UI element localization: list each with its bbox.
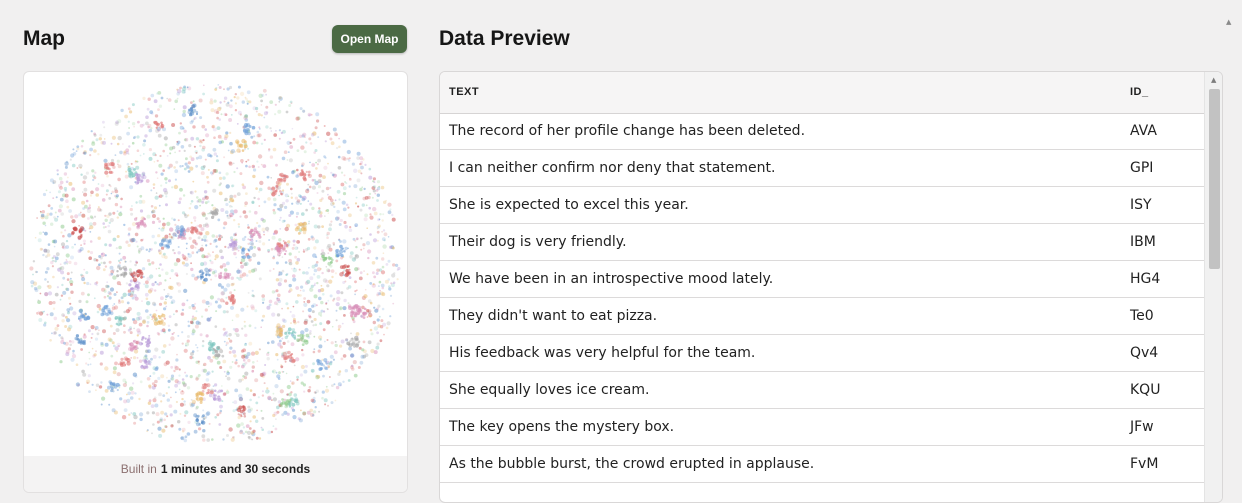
table-row[interactable]: I can neither confirm nor deny that stat… <box>440 150 1204 187</box>
page-scroll-up-icon[interactable]: ▲ <box>1226 18 1231 26</box>
row-text-cell: As the bubble burst, the crowd erupted i… <box>449 456 815 472</box>
data-preview-heading: Data Preview <box>439 27 570 50</box>
row-id-cell: GPI <box>1130 160 1154 176</box>
row-id-cell: KQU <box>1130 382 1161 398</box>
row-text-cell: She is expected to excel this year. <box>449 197 689 213</box>
table-row[interactable]: They didn't want to eat pizza. Te0 <box>440 298 1204 335</box>
row-id-cell: IBM <box>1130 234 1156 250</box>
row-id-cell: FvM <box>1130 456 1159 472</box>
table-row[interactable] <box>440 483 1204 502</box>
map-heading: Map <box>23 27 65 50</box>
row-id-cell: Te0 <box>1130 308 1154 324</box>
map-scatter-visualization[interactable] <box>24 72 407 456</box>
row-text-cell: I can neither confirm nor deny that stat… <box>449 160 776 176</box>
table-scrollbar[interactable]: ▲ <box>1204 72 1222 502</box>
row-id-cell: HG4 <box>1130 271 1161 287</box>
row-text-cell: His feedback was very helpful for the te… <box>449 345 756 361</box>
table-row[interactable]: As the bubble burst, the crowd erupted i… <box>440 446 1204 483</box>
table-row[interactable]: The key opens the mystery box. JFw <box>440 409 1204 446</box>
table-row[interactable]: We have been in an introspective mood la… <box>440 261 1204 298</box>
table-row[interactable]: Their dog is very friendly. IBM <box>440 224 1204 261</box>
map-card: Built in 1 minutes and 30 seconds <box>23 71 408 493</box>
table-row[interactable]: His feedback was very helpful for the te… <box>440 335 1204 372</box>
row-text-cell: They didn't want to eat pizza. <box>449 308 658 324</box>
table-body: The record of her profile change has bee… <box>440 113 1204 502</box>
build-time-duration: 1 minutes and 30 seconds <box>160 462 311 476</box>
row-text-cell: She equally loves ice cream. <box>449 382 650 398</box>
column-header-id[interactable]: ID_ <box>1130 86 1149 98</box>
column-header-text[interactable]: TEXT <box>449 86 479 98</box>
data-preview-table: TEXT ID_ The record of her profile chang… <box>439 71 1223 503</box>
map-build-info: Built in 1 minutes and 30 seconds <box>24 456 407 492</box>
row-id-cell: AVA <box>1130 123 1157 139</box>
row-id-cell: JFw <box>1130 419 1154 435</box>
row-text-cell: The record of her profile change has bee… <box>449 123 806 139</box>
scroll-up-arrow-icon[interactable]: ▲ <box>1211 77 1216 84</box>
table-row[interactable]: She is expected to excel this year. ISY <box>440 187 1204 224</box>
row-text-cell: We have been in an introspective mood la… <box>449 271 774 287</box>
table-header: TEXT ID_ <box>440 72 1204 114</box>
row-text-cell: Their dog is very friendly. <box>449 234 627 250</box>
row-text-cell: The key opens the mystery box. <box>449 419 675 435</box>
row-id-cell: Qv4 <box>1130 345 1159 361</box>
table-row[interactable]: She equally loves ice cream. KQU <box>440 372 1204 409</box>
scrollbar-thumb[interactable] <box>1209 89 1220 269</box>
open-map-button[interactable]: Open Map <box>332 25 407 53</box>
build-time-prefix: Built in <box>120 462 157 476</box>
row-id-cell: ISY <box>1130 197 1152 213</box>
table-row[interactable]: The record of her profile change has bee… <box>440 113 1204 150</box>
